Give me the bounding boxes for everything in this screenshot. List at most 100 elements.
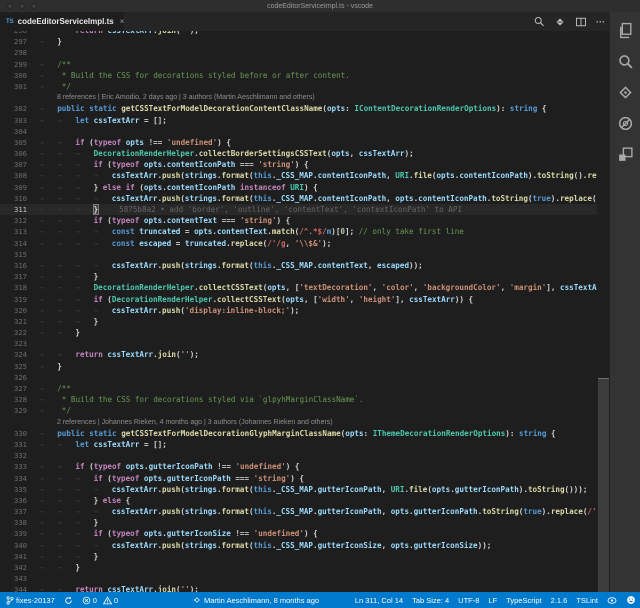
- eol-setting[interactable]: LF: [488, 596, 497, 605]
- tab-whitespace: →: [57, 562, 75, 573]
- cursor-position[interactable]: Ln 311, Col 14: [355, 596, 403, 605]
- eye-icon[interactable]: [607, 596, 617, 605]
- line-number: 337: [0, 506, 27, 517]
- code-line[interactable]: 301→ */: [0, 81, 597, 92]
- debug-icon[interactable]: [617, 115, 634, 132]
- line-content: [27, 249, 597, 260]
- split-editor-icon[interactable]: [575, 16, 587, 28]
- code-line[interactable]: 314→→→→const escaped = truncated.replace…: [0, 238, 597, 249]
- line-number: 311: [0, 204, 27, 215]
- code-line[interactable]: 320→→→→cssTextArr.push('display:inline-b…: [0, 305, 597, 316]
- code-line[interactable]: 317→→→}: [0, 271, 597, 282]
- code-line[interactable]: 340→→→→cssTextArr.push(strings.format(th…: [0, 540, 597, 551]
- zoom-window-button[interactable]: [31, 3, 37, 9]
- line-content: →→→DecorationRenderHelper.collectCSSText…: [27, 282, 597, 293]
- code-line[interactable]: 322→→}: [0, 327, 597, 338]
- language-mode[interactable]: TypeScript: [506, 596, 541, 605]
- code-line[interactable]: 299→/**: [0, 59, 597, 70]
- code-line[interactable]: 344→→return cssTextArr.join('');: [0, 584, 597, 592]
- code-line[interactable]: 315: [0, 249, 597, 260]
- tab-close-icon[interactable]: ×: [120, 17, 125, 26]
- code-line[interactable]: 319→→→if (DecorationRenderHelper.collect…: [0, 294, 597, 305]
- code-line[interactable]: 304: [0, 126, 597, 137]
- line-content: →→→→cssTextArr.push(strings.format(this.…: [27, 540, 597, 551]
- code-line[interactable]: 298: [0, 47, 597, 58]
- gitlens-blame-icon[interactable]: [554, 16, 566, 28]
- code-line[interactable]: 338→→→}: [0, 517, 597, 528]
- extensions-icon[interactable]: [617, 146, 634, 163]
- tslint-status[interactable]: TSLint: [576, 596, 598, 605]
- git-branch-indicator[interactable]: fixes-20137: [6, 596, 55, 605]
- code-line[interactable]: 334→→→if (typeof opts.gutterIconPath ===…: [0, 473, 597, 484]
- code-area[interactable]: 296→→return cssTextArr.join('');297→}298…: [0, 31, 597, 592]
- line-content: →→→}: [27, 271, 597, 282]
- code-line[interactable]: 330→public static getCSSTextForModelDeco…: [0, 428, 597, 439]
- problems-indicator[interactable]: 0 0: [82, 596, 118, 605]
- code-line[interactable]: 323: [0, 338, 597, 349]
- line-content: →→→}: [27, 551, 597, 562]
- tab-whitespace: →: [39, 551, 57, 562]
- code-line[interactable]: 300→ * Build the CSS for decorations sty…: [0, 70, 597, 81]
- code-line[interactable]: 297→}: [0, 36, 597, 47]
- code-line[interactable]: 324→→return cssTextArr.join('');: [0, 349, 597, 360]
- code-line[interactable]: 321→→→}: [0, 316, 597, 327]
- code-line[interactable]: 318→→→DecorationRenderHelper.collectCSST…: [0, 282, 597, 293]
- search-icon[interactable]: [617, 53, 634, 70]
- code-line[interactable]: 307→→→if (typeof opts.contentIconPath ==…: [0, 159, 597, 170]
- code-line[interactable]: 327→/**: [0, 383, 597, 394]
- sync-icon[interactable]: [64, 596, 73, 605]
- minimize-window-button[interactable]: [19, 3, 25, 9]
- code-line[interactable]: 343: [0, 573, 597, 584]
- indentation-setting[interactable]: Tab Size: 4: [412, 596, 449, 605]
- explorer-icon[interactable]: [617, 22, 634, 39]
- code-line[interactable]: 309→→→} else if (opts.contentIconPath in…: [0, 182, 597, 193]
- code-line[interactable]: 311→→→}5875b8a2 • add 'border', 'outline…: [0, 204, 597, 215]
- code-line[interactable]: 329→ */: [0, 405, 597, 416]
- code-line[interactable]: 302→public static getCSSTextForModelDeco…: [0, 103, 597, 114]
- codelens-row[interactable]: 2 references | Johannes Rieken, 4 months…: [0, 417, 597, 428]
- codelens-row[interactable]: 8 references | Eric Amodio, 2 days ago |…: [0, 92, 597, 103]
- gitlens-status-blame[interactable]: Martin Aeschlimann, 8 months ago: [193, 596, 319, 605]
- search-references-icon[interactable]: [533, 16, 545, 28]
- encoding-setting[interactable]: UTF-8: [458, 596, 479, 605]
- tab-whitespace: →: [57, 584, 75, 592]
- code-line[interactable]: 335→→→→cssTextArr.push(strings.format(th…: [0, 484, 597, 495]
- code-line[interactable]: 326: [0, 372, 597, 383]
- tab-codeeditorserviceimpl[interactable]: TS codeEditorServiceImpl.ts ×: [0, 12, 124, 31]
- tab-whitespace: →: [75, 551, 93, 562]
- vertical-scrollbar[interactable]: [597, 31, 610, 592]
- code-line[interactable]: 303→→let cssTextArr = [];: [0, 115, 597, 126]
- tab-whitespace: →: [94, 305, 112, 316]
- feedback-smiley-icon[interactable]: [626, 595, 636, 605]
- titlebar: codeEditorServiceImpl.ts - vscode: [0, 0, 640, 12]
- more-actions-icon[interactable]: ···: [596, 17, 605, 27]
- typescript-version[interactable]: 2.1.6: [551, 596, 568, 605]
- code-line[interactable]: 339→→→if (typeof opts.gutterIconSize !==…: [0, 528, 597, 539]
- code-line[interactable]: 331→→let cssTextArr = [];: [0, 439, 597, 450]
- tab-whitespace: →: [39, 36, 57, 47]
- code-line[interactable]: 341→→→}: [0, 551, 597, 562]
- code-line[interactable]: 308→→→→cssTextArr.push(strings.format(th…: [0, 170, 597, 181]
- code-line[interactable]: 316→→→→cssTextArr.push(strings.format(th…: [0, 260, 597, 271]
- code-line[interactable]: 332: [0, 450, 597, 461]
- code-line[interactable]: 310→→→→cssTextArr.push(strings.format(th…: [0, 193, 597, 204]
- code-line[interactable]: 325→}: [0, 361, 597, 372]
- code-line[interactable]: 333→→if (typeof opts.gutterIconPath !== …: [0, 461, 597, 472]
- tab-whitespace: →: [75, 260, 93, 271]
- code-line[interactable]: 312→→→if (typeof opts.contentText === 's…: [0, 215, 597, 226]
- scrollbar-thumb[interactable]: [598, 378, 609, 592]
- code-line[interactable]: 337→→→→cssTextArr.push(strings.format(th…: [0, 506, 597, 517]
- code-line[interactable]: 305→→if (typeof opts !== 'undefined') {: [0, 137, 597, 148]
- tab-whitespace: →: [57, 439, 75, 450]
- source-control-icon[interactable]: [617, 84, 634, 101]
- line-number: 312: [0, 215, 27, 226]
- tab-whitespace: →: [57, 473, 75, 484]
- code-line[interactable]: 313→→→→const truncated = opts.contentTex…: [0, 226, 597, 237]
- code-line[interactable]: 342→→}: [0, 562, 597, 573]
- close-window-button[interactable]: [7, 3, 13, 9]
- tab-whitespace: →: [39, 305, 57, 316]
- code-line[interactable]: 328→ * Build the CSS for decorations sty…: [0, 394, 597, 405]
- code-line[interactable]: 336→→→} else {: [0, 495, 597, 506]
- codelens-text: 8 references | Eric Amodio, 2 days ago |…: [27, 92, 597, 103]
- code-line[interactable]: 306→→→DecorationRenderHelper.collectBord…: [0, 148, 597, 159]
